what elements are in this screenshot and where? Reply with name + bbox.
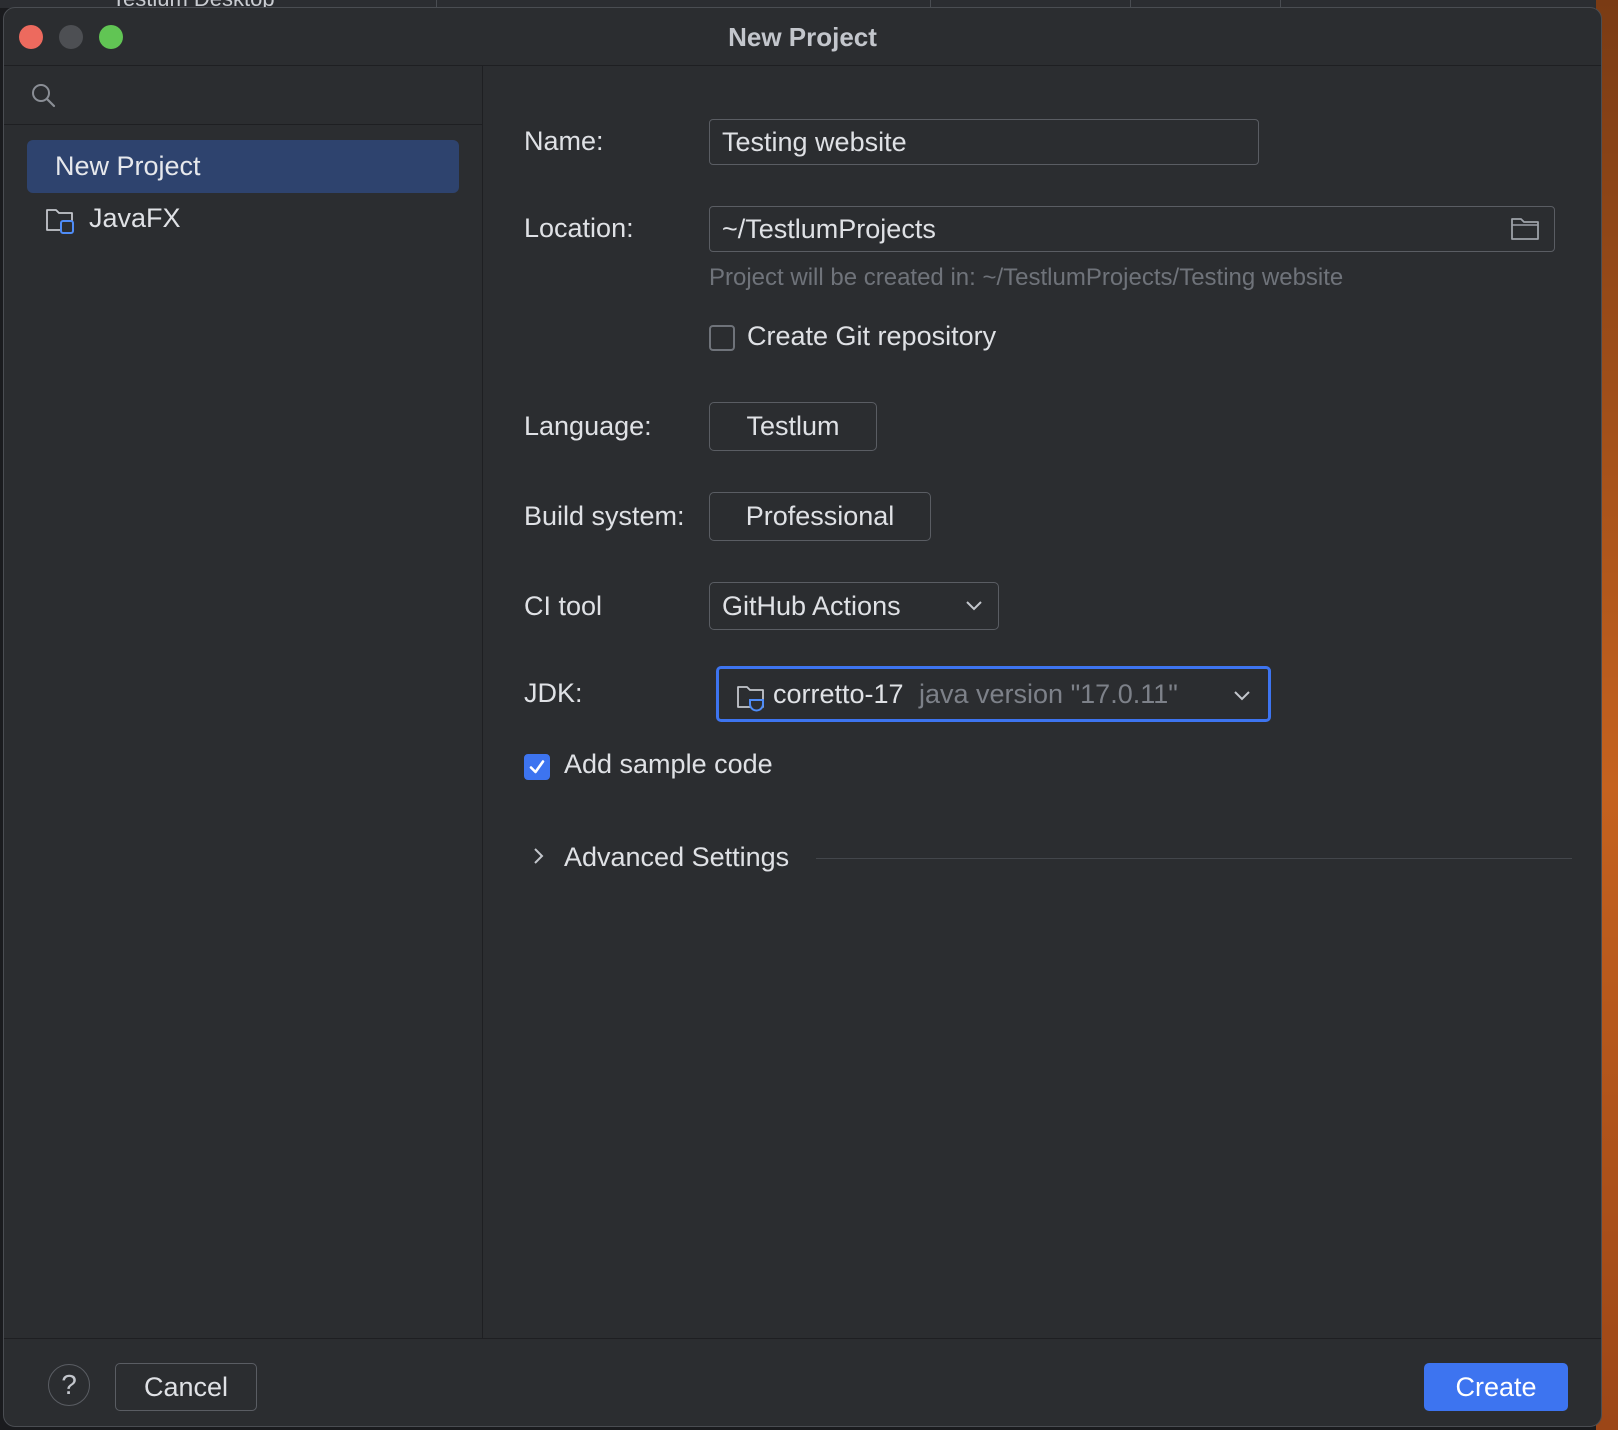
add-sample-code-checkbox[interactable]: [524, 754, 550, 780]
divider: [816, 858, 1572, 859]
build-system-option-button[interactable]: Professional: [709, 492, 931, 541]
title-bar: New Project: [4, 8, 1601, 66]
location-hint: Project will be created in: ~/TestlumPro…: [709, 264, 1344, 291]
sidebar-item-label: JavaFX: [89, 203, 181, 233]
advanced-settings-toggle[interactable]: Advanced Settings: [564, 842, 789, 873]
ci-tool-dropdown[interactable]: GitHub Actions: [709, 582, 999, 630]
project-type-sidebar: New Project JavaFX: [4, 66, 483, 1338]
ci-tool-value: GitHub Actions: [722, 591, 901, 621]
search-input[interactable]: [62, 76, 466, 114]
jdk-label: JDK:: [524, 678, 583, 708]
search-icon: [32, 84, 56, 108]
sidebar-item-label: New Project: [55, 151, 201, 181]
location-label: Location:: [524, 213, 634, 243]
dialog-footer: ? Cancel Create: [4, 1338, 1601, 1426]
folder-icon[interactable]: [1510, 216, 1540, 242]
ci-tool-label: CI tool: [524, 591, 603, 621]
add-sample-code-label[interactable]: Add sample code: [564, 749, 773, 780]
build-system-label: Build system:: [524, 501, 685, 531]
name-label: Name:: [524, 126, 604, 156]
sidebar-item-javafx[interactable]: JavaFX: [27, 192, 459, 245]
chevron-down-icon: [1234, 691, 1250, 701]
window-title: New Project: [728, 22, 877, 52]
chevron-right-icon[interactable]: [532, 846, 544, 866]
name-field[interactable]: [709, 119, 1259, 165]
sidebar-item-new-project[interactable]: New Project: [27, 140, 459, 193]
create-git-label[interactable]: Create Git repository: [747, 321, 996, 352]
location-field[interactable]: [709, 206, 1555, 252]
create-button[interactable]: Create: [1424, 1363, 1568, 1411]
chevron-down-icon: [966, 601, 982, 611]
language-label: Language:: [524, 411, 652, 441]
checkmark-icon: [529, 760, 545, 774]
javafx-folder-icon: [46, 209, 74, 234]
help-button[interactable]: ?: [48, 1364, 90, 1406]
jdk-name: corretto-17: [773, 679, 904, 709]
jdk-dropdown[interactable]: corretto-17 java version "17.0.11": [716, 666, 1271, 722]
language-option-button[interactable]: Testlum: [709, 402, 877, 451]
jdk-folder-icon: [737, 686, 764, 712]
jdk-version: java version "17.0.11": [919, 679, 1178, 709]
sidebar-search: [4, 66, 482, 125]
project-settings-form: Name: Location: Project will be created …: [483, 66, 1601, 1338]
create-git-checkbox[interactable]: [709, 325, 735, 351]
cancel-button[interactable]: Cancel: [115, 1363, 257, 1411]
location-input[interactable]: [722, 207, 1482, 251]
name-input[interactable]: [722, 120, 1242, 164]
new-project-dialog: New Project New Project JavaFX Name: Loc…: [3, 7, 1602, 1427]
